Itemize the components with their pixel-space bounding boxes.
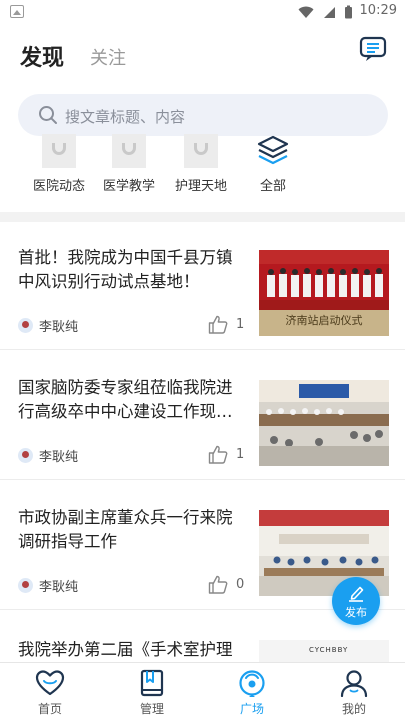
nav-manage[interactable]: 管理 <box>122 669 182 717</box>
like-count: 0 <box>236 577 245 592</box>
like-button[interactable]: 0 <box>208 575 244 594</box>
image-notification-icon <box>10 5 24 18</box>
status-icons <box>298 5 353 19</box>
message-icon[interactable] <box>359 36 387 62</box>
bottom-navigation: 首页 管理 广场 我的 <box>0 662 405 720</box>
nav-label: 广场 <box>239 702 264 716</box>
category-label: 医学教学 <box>102 179 155 194</box>
nav-home[interactable]: 首页 <box>20 669 80 717</box>
avatar <box>18 578 33 593</box>
nav-label: 首页 <box>37 702 62 716</box>
edit-icon <box>349 586 364 602</box>
search-icon <box>39 106 57 124</box>
user-icon <box>340 670 368 697</box>
like-button[interactable]: 1 <box>208 315 244 334</box>
article-title: 我院举办第二届《手术室护理 <box>18 640 233 659</box>
category-label: 护理天地 <box>174 179 227 194</box>
plaza-icon <box>239 670 265 697</box>
nav-plaza[interactable]: 广场 <box>222 669 282 717</box>
battery-icon <box>345 5 352 19</box>
thumbs-up-icon <box>208 575 228 594</box>
signal-icon <box>324 6 335 18</box>
avatar <box>18 318 33 333</box>
book-icon <box>140 669 164 697</box>
article-author[interactable]: 李耿纯 <box>18 316 78 335</box>
image-placeholder-icon <box>42 134 76 168</box>
image-placeholder-icon <box>184 134 218 168</box>
thumbs-up-icon <box>208 445 228 464</box>
thumbnail-caption: 济南站启动仪式 <box>286 313 363 327</box>
category-bar: 医院动态 医学教学 护理天地 全部 <box>0 132 405 210</box>
article-card[interactable]: 首批！我院成为中国千县万镇中风识别行动试点基地！ 济南站启动仪式 李耿纯 1 <box>0 222 405 350</box>
tab-discover[interactable]: 发现 <box>20 40 64 72</box>
category-label: 全部 <box>259 179 286 194</box>
thumbs-up-icon <box>208 315 228 334</box>
search-input[interactable]: 搜文章标题、内容 <box>18 94 388 136</box>
article-title: 首批！我院成为中国千县万镇中风识别行动试点基地！ <box>18 248 233 291</box>
avatar <box>18 448 33 463</box>
category-label: 医院动态 <box>32 179 85 194</box>
category-all[interactable]: 全部 <box>238 134 308 194</box>
image-placeholder-icon <box>112 134 146 168</box>
publish-label: 发布 <box>345 606 367 619</box>
like-count: 1 <box>236 317 245 332</box>
section-divider <box>0 212 405 222</box>
category-nursing[interactable]: 护理天地 <box>166 134 236 194</box>
wifi-icon <box>298 6 314 18</box>
article-title: 市政协副主席董众兵一行来院调研指导工作 <box>18 508 233 551</box>
thumbnail-text: CYCHBBY <box>309 646 349 654</box>
status-bar: 10:29 <box>0 0 405 24</box>
like-count: 1 <box>236 447 245 462</box>
author-name: 李耿纯 <box>39 580 79 595</box>
layers-icon <box>257 135 289 165</box>
clock: 10:29 <box>359 3 397 18</box>
publish-button[interactable]: 发布 <box>332 577 380 625</box>
home-heart-icon <box>35 670 65 696</box>
author-name: 李耿纯 <box>39 320 79 335</box>
article-thumbnail: CYCHBBY <box>259 640 389 662</box>
header: 发现 关注 搜文章标题、内容 <box>0 24 405 136</box>
category-medical-teaching[interactable]: 医学教学 <box>94 134 164 194</box>
article-thumbnail <box>259 380 389 466</box>
tab-follow[interactable]: 关注 <box>90 44 126 70</box>
nav-mine[interactable]: 我的 <box>324 669 384 717</box>
nav-label: 我的 <box>341 702 366 716</box>
article-title: 国家脑防委专家组莅临我院进行高级卒中中心建设工作现… <box>18 378 233 421</box>
nav-label: 管理 <box>139 702 164 716</box>
article-author[interactable]: 李耿纯 <box>18 576 78 595</box>
category-hospital-news[interactable]: 医院动态 <box>24 134 94 194</box>
like-button[interactable]: 1 <box>208 445 244 464</box>
author-name: 李耿纯 <box>39 450 79 465</box>
article-card[interactable]: 国家脑防委专家组莅临我院进行高级卒中中心建设工作现… 李耿纯 1 <box>0 352 405 480</box>
search-placeholder: 搜文章标题、内容 <box>65 108 186 126</box>
article-author[interactable]: 李耿纯 <box>18 446 78 465</box>
article-thumbnail: 济南站启动仪式 <box>259 250 389 336</box>
